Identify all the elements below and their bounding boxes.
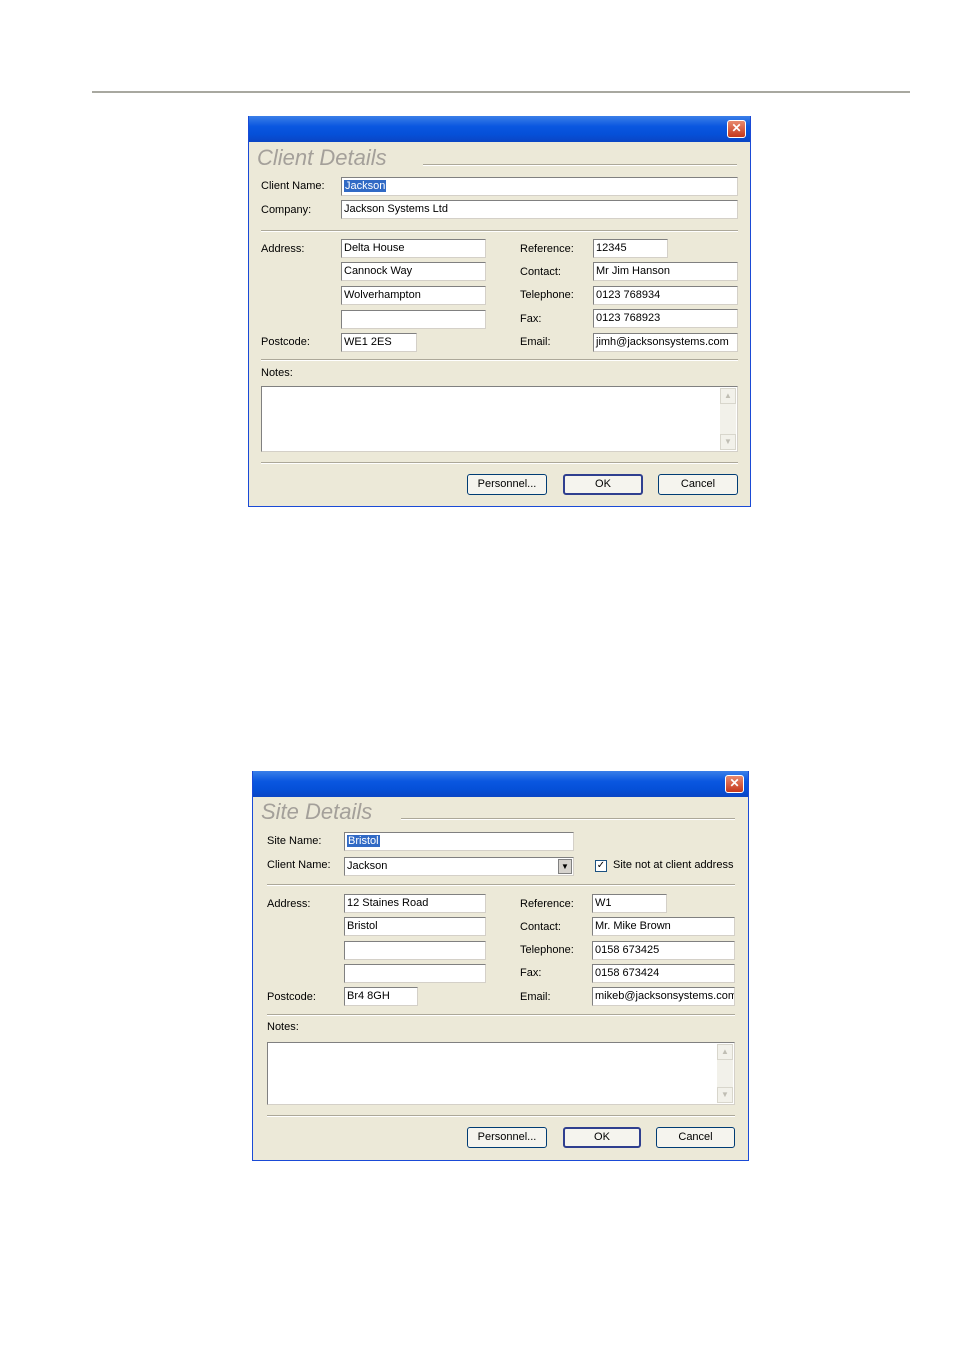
email-label: Email:: [520, 991, 551, 1003]
client-name-input[interactable]: Jackson: [341, 177, 738, 196]
client-details-dialog: ✕ Client Details Client Name: Jackson Co…: [248, 116, 751, 507]
personnel-button[interactable]: Personnel...: [467, 1127, 547, 1148]
address-label: Address:: [267, 898, 311, 910]
reference-input[interactable]: 12345: [593, 239, 668, 258]
notes-scrollbar[interactable]: ▲ ▼: [720, 388, 736, 450]
notes-textarea[interactable]: ▲ ▼: [267, 1042, 735, 1105]
reference-label: Reference:: [520, 898, 574, 910]
notes-scrollbar[interactable]: ▲ ▼: [717, 1044, 733, 1103]
contact-label: Contact:: [520, 266, 561, 278]
scroll-down-arrow-icon[interactable]: ▼: [717, 1087, 733, 1103]
telephone-input[interactable]: 0123 768934: [593, 286, 738, 305]
company-label: Company:: [261, 204, 312, 216]
personnel-button[interactable]: Personnel...: [467, 474, 547, 495]
reference-label: Reference:: [520, 243, 574, 255]
title-bar[interactable]: ✕: [253, 771, 748, 797]
ok-button[interactable]: OK: [563, 1127, 641, 1148]
separator: [267, 1014, 735, 1016]
telephone-input[interactable]: 0158 673425: [592, 941, 735, 960]
heading-rule: [401, 818, 735, 820]
company-input[interactable]: Jackson Systems Ltd: [341, 200, 738, 219]
contact-input[interactable]: Mr. Mike Brown: [592, 917, 735, 936]
reference-input[interactable]: W1: [592, 894, 667, 913]
address-line-4-input[interactable]: [341, 310, 486, 329]
notes-label: Notes:: [261, 367, 293, 379]
email-input[interactable]: mikeb@jacksonsystems.com: [592, 987, 735, 1006]
address-line-1-input[interactable]: Delta House: [341, 239, 486, 258]
site-not-at-client-checkbox[interactable]: ✓: [595, 860, 607, 872]
close-icon: ✕: [731, 121, 742, 135]
site-name-input[interactable]: Bristol: [344, 832, 574, 851]
client-name-combobox[interactable]: Jackson ▼: [344, 857, 574, 876]
heading-rule: [423, 164, 737, 166]
address-line-1-input[interactable]: 12 Staines Road: [344, 894, 486, 913]
page-header-rule: [92, 91, 910, 93]
close-button[interactable]: ✕: [725, 775, 744, 793]
address-label: Address:: [261, 243, 305, 255]
separator: [261, 462, 738, 464]
title-bar[interactable]: ✕: [249, 116, 750, 142]
telephone-label: Telephone:: [520, 944, 574, 956]
cancel-button[interactable]: Cancel: [656, 1127, 735, 1148]
dialog-heading: Site Details: [261, 799, 373, 824]
address-line-3-input[interactable]: [344, 941, 486, 960]
close-icon: ✕: [729, 776, 740, 790]
telephone-label: Telephone:: [520, 289, 574, 301]
site-name-label: Site Name:: [267, 835, 322, 847]
client-name-label: Client Name:: [261, 180, 325, 192]
postcode-label: Postcode:: [261, 336, 310, 348]
separator: [261, 230, 738, 232]
notes-label: Notes:: [267, 1021, 299, 1033]
email-input[interactable]: jimh@jacksonsystems.com: [593, 333, 738, 352]
separator: [267, 1115, 735, 1117]
scroll-down-arrow-icon[interactable]: ▼: [720, 434, 736, 450]
address-line-3-input[interactable]: Wolverhampton: [341, 286, 486, 305]
postcode-label: Postcode:: [267, 991, 316, 1003]
dialog-heading: Client Details: [257, 145, 387, 170]
postcode-input[interactable]: WE1 2ES: [341, 333, 417, 352]
contact-input[interactable]: Mr Jim Hanson: [593, 262, 738, 281]
fax-label: Fax:: [520, 967, 542, 979]
client-name-label: Client Name:: [267, 859, 331, 871]
address-line-2-input[interactable]: Bristol: [344, 917, 486, 936]
fax-input[interactable]: 0123 768923: [593, 309, 738, 328]
ok-button[interactable]: OK: [563, 474, 643, 495]
notes-textarea[interactable]: ▲ ▼: [261, 386, 738, 452]
contact-label: Contact:: [520, 921, 561, 933]
chevron-down-icon[interactable]: ▼: [558, 859, 572, 874]
site-details-dialog: ✕ Site Details Site Name: Bristol Client…: [252, 771, 749, 1161]
address-line-2-input[interactable]: Cannock Way: [341, 262, 486, 281]
client-name-selected: Jackson: [347, 860, 388, 872]
fax-input[interactable]: 0158 673424: [592, 964, 735, 983]
address-line-4-input[interactable]: [344, 964, 486, 983]
site-not-at-client-label: Site not at client address: [613, 859, 734, 871]
fax-label: Fax:: [520, 313, 542, 325]
email-label: Email:: [520, 336, 551, 348]
scroll-up-arrow-icon[interactable]: ▲: [720, 388, 736, 404]
close-button[interactable]: ✕: [727, 120, 746, 138]
postcode-input[interactable]: Br4 8GH: [344, 987, 418, 1006]
separator: [267, 884, 735, 886]
scroll-up-arrow-icon[interactable]: ▲: [717, 1044, 733, 1060]
separator: [261, 359, 738, 361]
cancel-button[interactable]: Cancel: [658, 474, 738, 495]
